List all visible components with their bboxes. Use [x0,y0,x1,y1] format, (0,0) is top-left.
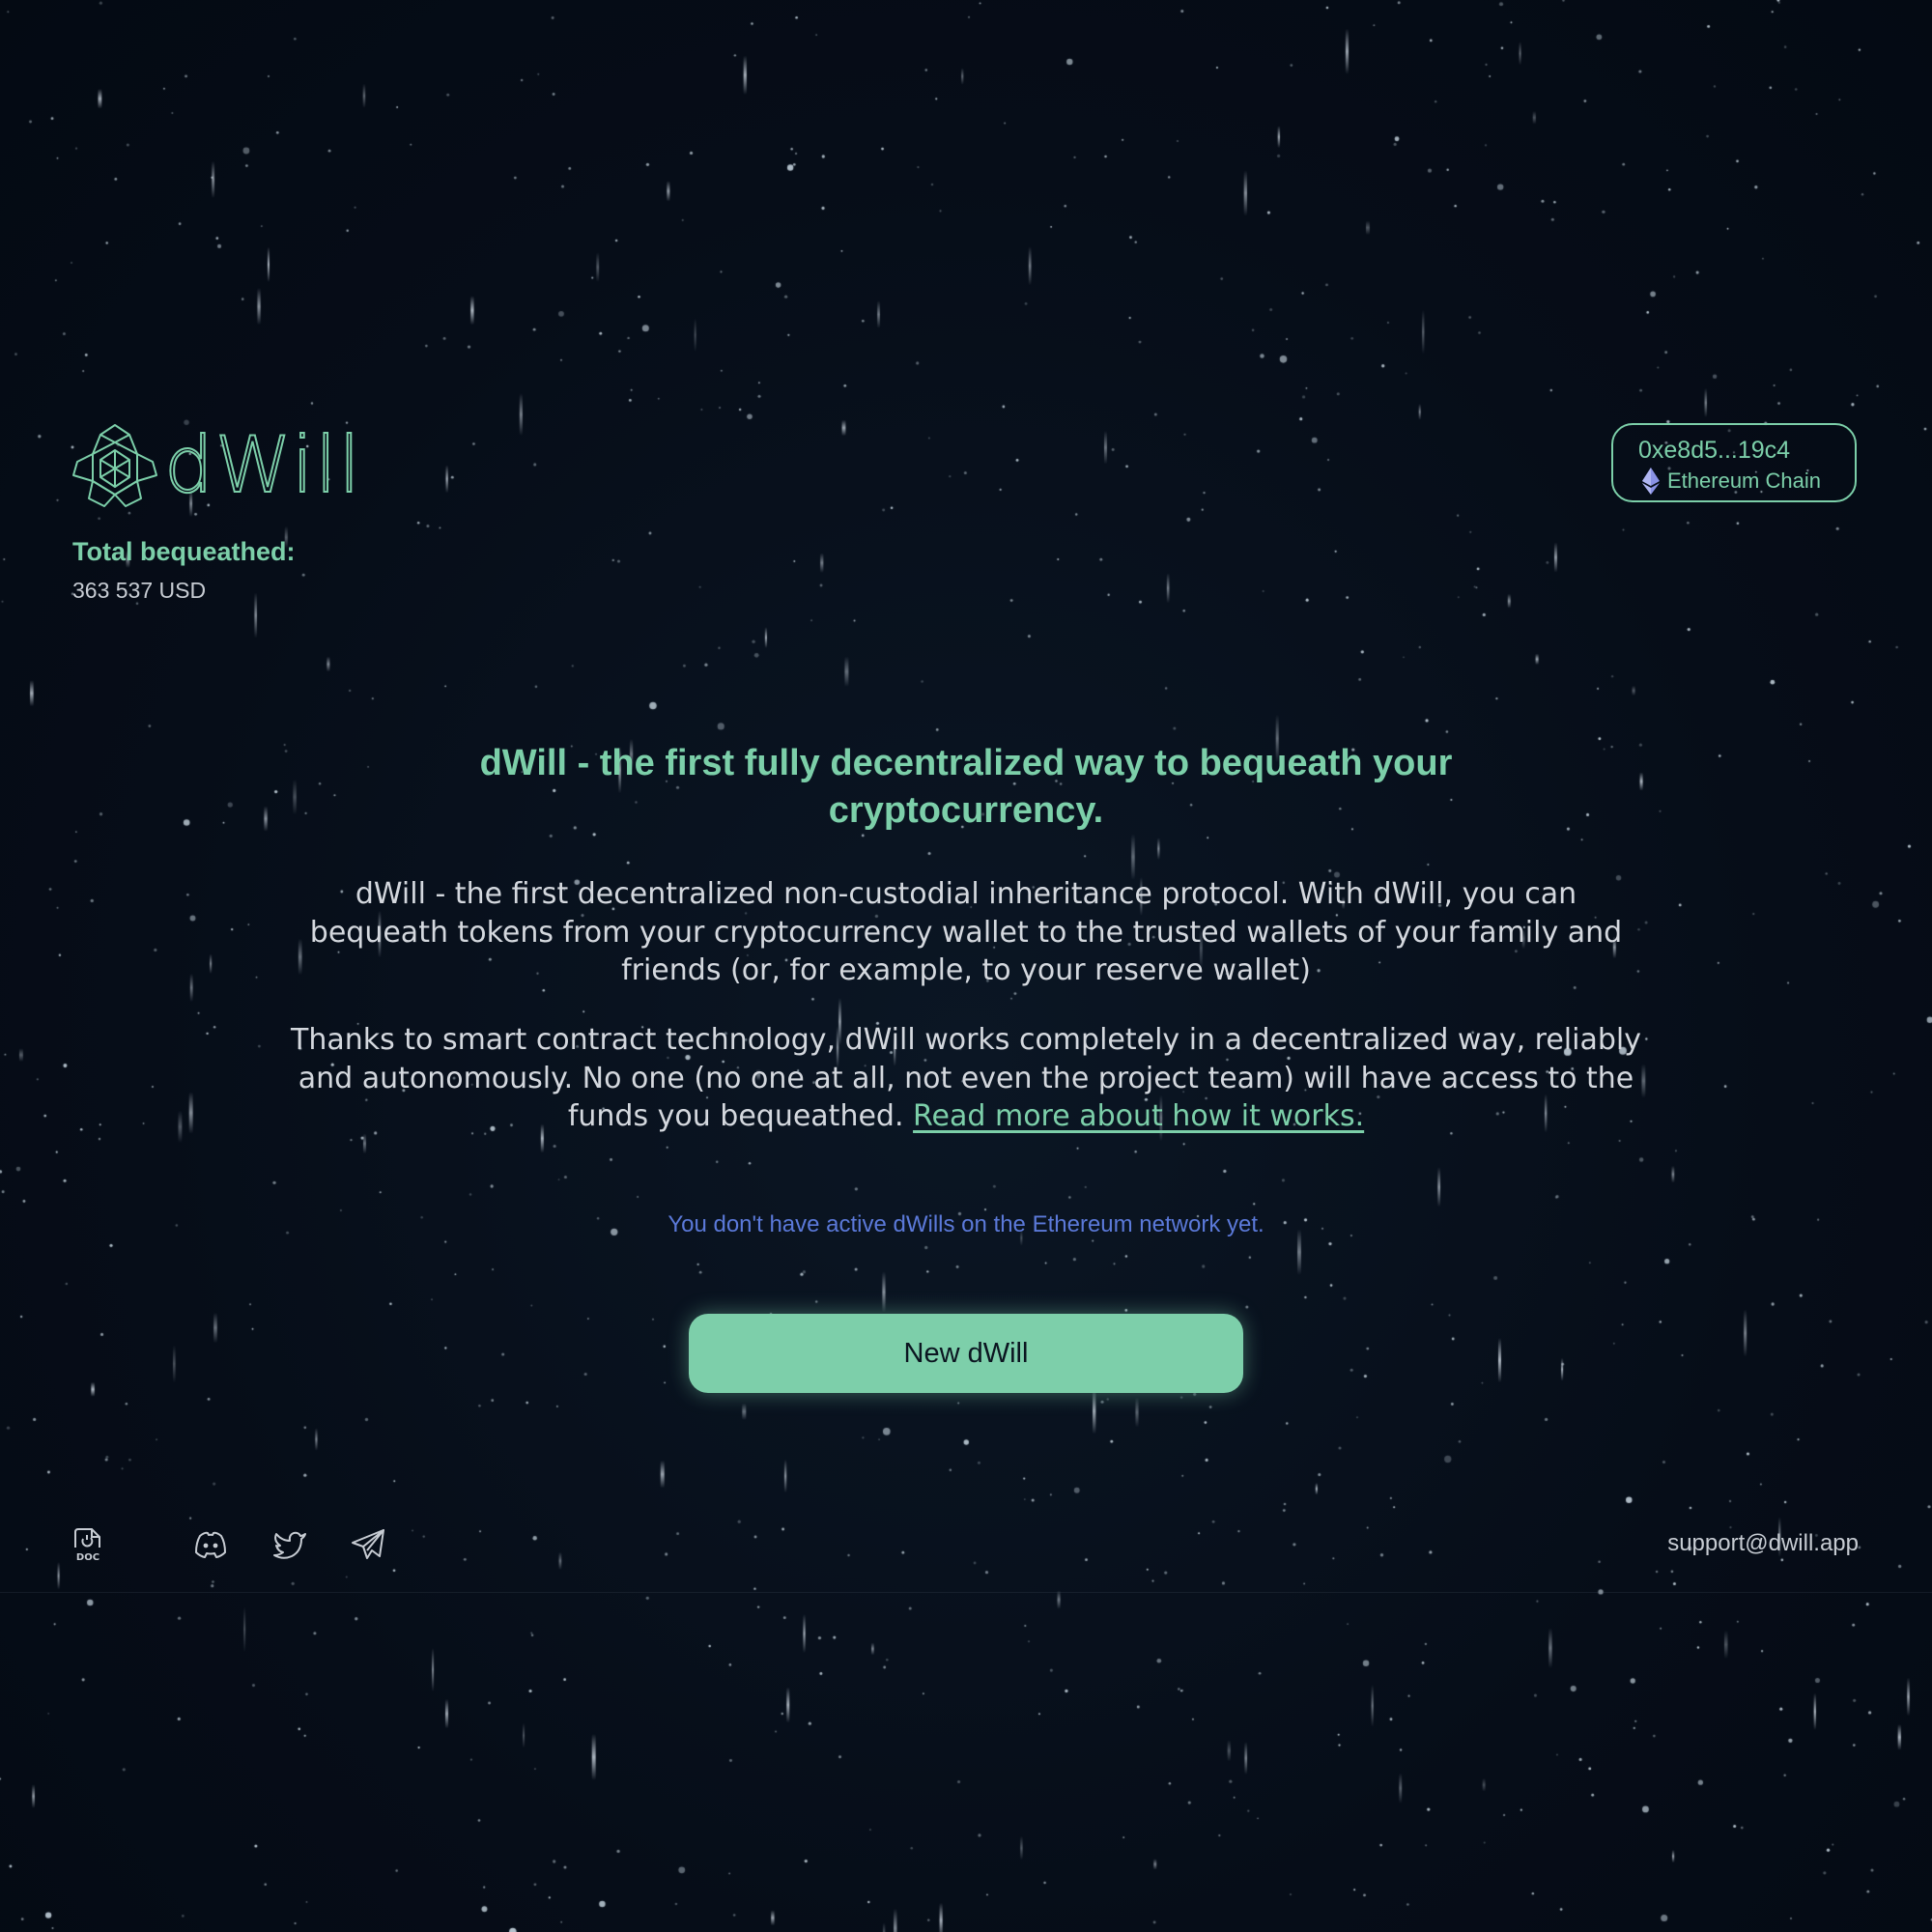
logo[interactable]: dWill [70,421,362,510]
page: dWill Total bequeathed: 363 537 USD 0xe8… [0,0,1932,1932]
wallet-address: 0xe8d5...19c4 [1638,437,1791,464]
hero-paragraph-2: Thanks to smart contract technology, dWi… [290,1021,1642,1136]
total-bequeathed-value: 363 537 USD [72,578,207,603]
twitter-icon[interactable] [271,1526,308,1563]
no-active-wills-notice: You don't have active dWills on the Ethe… [668,1211,1264,1237]
wallet-button[interactable]: 0xe8d5...19c4 Ethereum Chain [1611,423,1857,502]
new-dwill-button[interactable]: New dWill [689,1314,1243,1393]
support-email-link[interactable]: support@dwill.app [1667,1530,1859,1557]
wallet-chain-label: Ethereum Chain [1667,469,1821,493]
logo-emblem-icon [72,424,157,507]
wallet-chain: Ethereum Chain [1642,468,1821,495]
svg-text:DOC: DOC [76,1552,99,1563]
hero-paragraph-1: dWill - the first decentralized non-cust… [309,877,1623,987]
telegram-icon[interactable] [350,1526,386,1563]
total-bequeathed-label: Total bequeathed: [72,537,296,566]
read-more-link[interactable]: Read more about how it works. [913,1099,1364,1133]
discord-icon[interactable] [191,1526,228,1563]
logo-wordmark: dWill [163,420,362,510]
ethereum-icon [1642,468,1660,495]
hero-title: dWill - the first fully decentralized wa… [479,743,1453,831]
footer-divider [0,1592,1932,1593]
doc-icon[interactable]: DOC [70,1526,106,1563]
